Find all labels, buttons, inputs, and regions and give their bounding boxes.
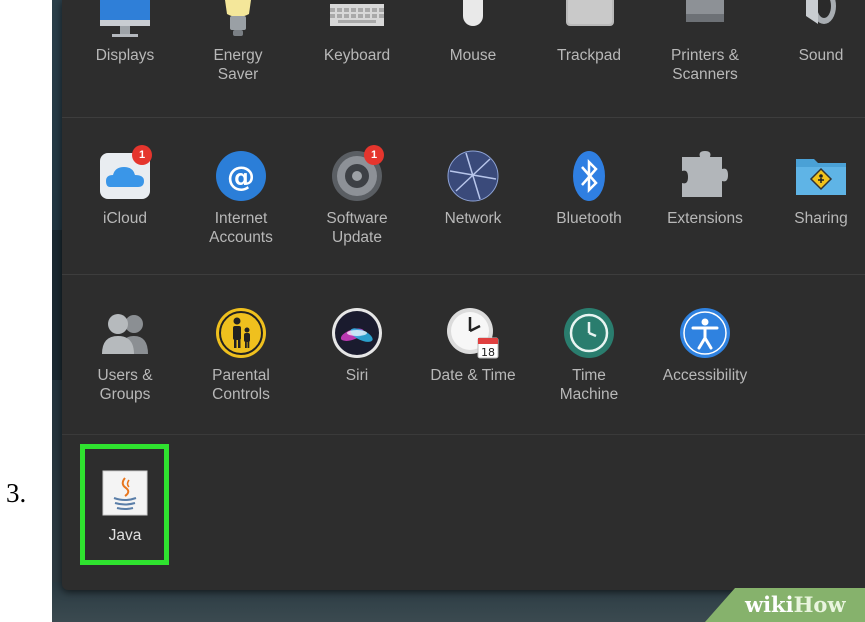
parental-icon <box>214 306 268 360</box>
icloud-icon: 1 <box>98 145 152 203</box>
pref-sound[interactable]: Sound <box>766 0 865 65</box>
gear-icon: 1 <box>330 145 384 203</box>
other-row: Java <box>62 434 865 590</box>
printer-icon <box>678 0 732 40</box>
pref-icloud[interactable]: 1 iCloud <box>70 145 180 228</box>
system-preferences-panel: Displays Energy Saver Keyboard Mouse Tra… <box>62 0 865 590</box>
at-sign-icon: @ <box>214 149 268 203</box>
pref-siri[interactable]: Siri <box>302 306 412 385</box>
svg-text:@: @ <box>227 160 255 193</box>
trackpad-icon <box>562 0 616 40</box>
users-icon <box>98 306 152 360</box>
pref-sharing[interactable]: Sharing <box>766 149 865 228</box>
keyboard-icon <box>326 0 388 40</box>
pref-network[interactable]: Network <box>418 149 528 228</box>
pref-trackpad[interactable]: Trackpad <box>534 0 644 65</box>
svg-text:18: 18 <box>481 346 495 359</box>
notification-badge: 1 <box>364 145 384 165</box>
display-icon <box>98 0 152 40</box>
globe-icon <box>446 149 500 203</box>
hardware-row: Displays Energy Saver Keyboard Mouse Tra… <box>62 0 865 118</box>
siri-icon <box>330 306 384 360</box>
step-number: 3. <box>6 478 27 508</box>
internet-row: 1 iCloud @ Internet Accounts 1 Software … <box>62 117 865 275</box>
pref-parental-controls[interactable]: Parental Controls <box>186 306 296 404</box>
system-row: Users & Groups Parental Controls Siri 18… <box>62 274 865 435</box>
pref-printers-scanners[interactable]: Printers & Scanners <box>650 0 760 84</box>
bluetooth-icon <box>562 149 616 203</box>
notification-badge: 1 <box>132 145 152 165</box>
pref-keyboard[interactable]: Keyboard <box>302 0 412 65</box>
folder-sign-icon <box>794 149 848 203</box>
pref-time-machine[interactable]: Time Machine <box>534 306 644 404</box>
pref-software-update[interactable]: 1 Software Update <box>302 145 412 247</box>
time-machine-icon <box>562 306 616 360</box>
pref-mouse[interactable]: Mouse <box>418 0 528 65</box>
pref-displays[interactable]: Displays <box>70 0 180 65</box>
puzzle-icon <box>678 149 732 203</box>
pref-date-time[interactable]: 18 Date & Time <box>418 306 528 385</box>
pref-energy-saver[interactable]: Energy Saver <box>183 0 293 84</box>
pref-extensions[interactable]: Extensions <box>650 149 760 228</box>
speaker-icon <box>794 0 848 40</box>
bulb-icon <box>211 0 265 40</box>
mouse-icon <box>446 0 500 40</box>
pref-bluetooth[interactable]: Bluetooth <box>534 149 644 228</box>
pref-internet-accounts[interactable]: @ Internet Accounts <box>186 149 296 247</box>
accessibility-icon <box>678 306 732 360</box>
clock-calendar-icon: 18 <box>446 306 500 360</box>
pref-accessibility[interactable]: Accessibility <box>650 306 760 385</box>
java-highlight-box <box>80 444 169 565</box>
pref-users-groups[interactable]: Users & Groups <box>70 306 180 404</box>
